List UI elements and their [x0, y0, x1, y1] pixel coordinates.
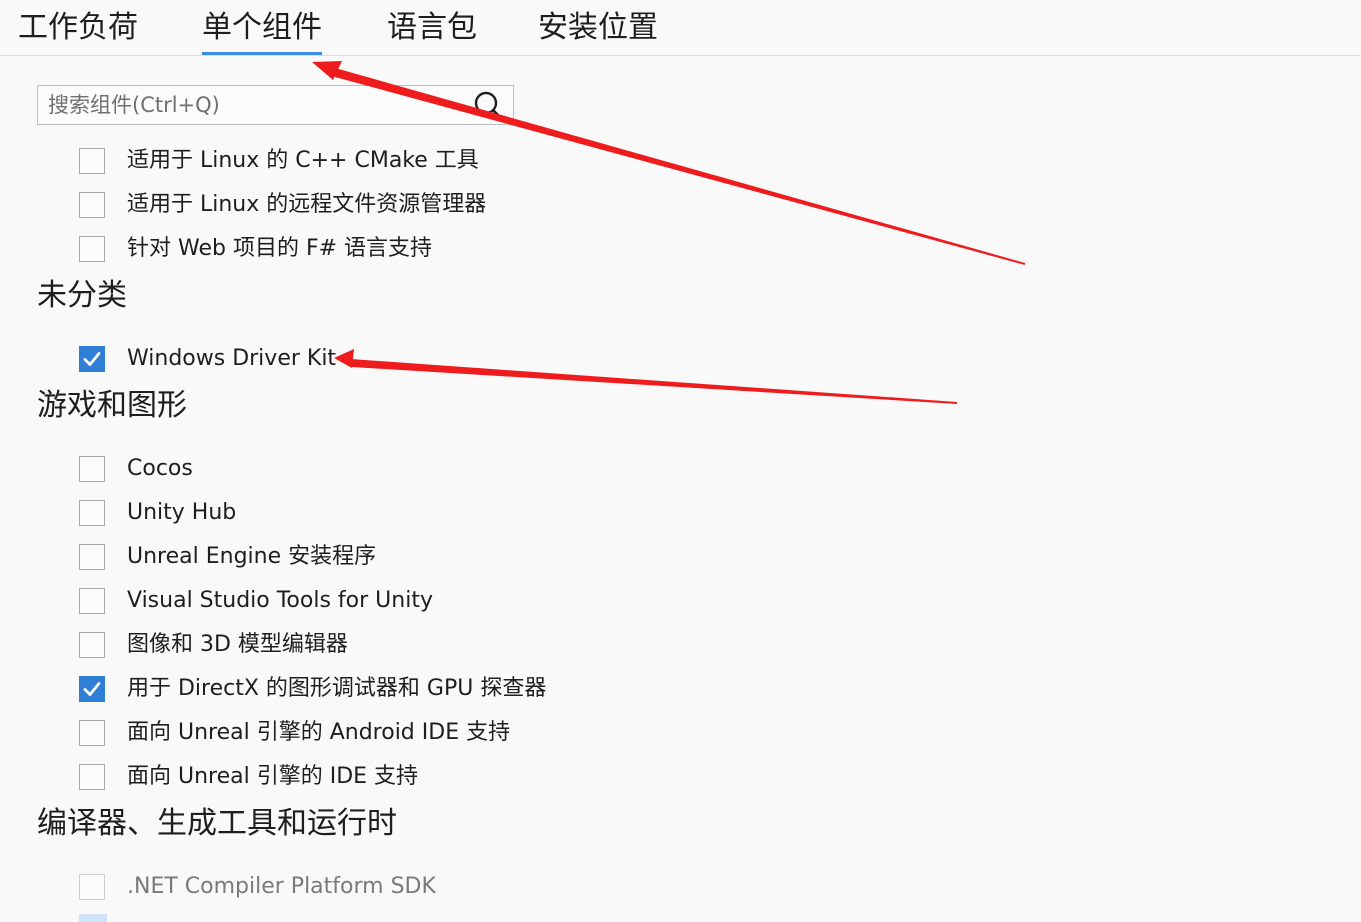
- checkbox[interactable]: [79, 456, 105, 482]
- component-label: 适用于 Linux 的远程文件资源管理器: [127, 192, 487, 217]
- checkbox[interactable]: [79, 544, 105, 570]
- list-item[interactable]: Cocos: [79, 454, 193, 484]
- component-label: 针对 Web 项目的 F# 语言支持: [127, 236, 433, 261]
- section-heading-games-graphics: 游戏和图形: [37, 388, 187, 423]
- list-item[interactable]: Unity Hub: [79, 498, 236, 528]
- checkbox[interactable]: [79, 192, 105, 218]
- check-icon: [83, 352, 101, 366]
- search-box: [37, 85, 514, 125]
- checkbox-checked[interactable]: [79, 346, 105, 372]
- list-item[interactable]: 适用于 Linux 的远程文件资源管理器: [79, 190, 486, 220]
- component-label: Unreal Engine 安装程序: [127, 544, 377, 569]
- annotation-arrow-to-windows-driver-kit: [334, 349, 957, 404]
- component-label: Unity Hub: [127, 500, 237, 525]
- component-label: 适用于 Linux 的 C++ CMake 工具: [127, 148, 479, 173]
- component-label: Visual Studio Tools for Unity: [127, 588, 433, 613]
- list-item[interactable]: 针对 Web 项目的 F# 语言支持: [79, 234, 432, 264]
- tab-install-location[interactable]: 安装位置: [538, 10, 658, 46]
- search-input[interactable]: [38, 86, 468, 124]
- list-item[interactable]: 面向 Unreal 引擎的 Android IDE 支持: [79, 718, 510, 748]
- list-item[interactable]: 适用于 Linux 的 C++ CMake 工具: [79, 146, 479, 176]
- list-item-directx-graphics-debugger[interactable]: 用于 DirectX 的图形调试器和 GPU 探查器: [79, 674, 546, 704]
- section-heading-compilers: 编译器、生成工具和运行时: [37, 806, 397, 841]
- checkbox[interactable]: [79, 500, 105, 526]
- checkbox-checked[interactable]: [79, 676, 105, 702]
- checkbox[interactable]: [79, 720, 105, 746]
- search-icon[interactable]: [473, 90, 503, 120]
- list-item[interactable]: .NET Compiler Platform SDK: [79, 872, 436, 902]
- component-label: 图像和 3D 模型编辑器: [127, 632, 348, 657]
- list-item[interactable]: 图像和 3D 模型编辑器: [79, 630, 348, 660]
- list-item-windows-driver-kit[interactable]: Windows Driver Kit: [79, 344, 336, 374]
- list-item[interactable]: Unreal Engine 安装程序: [79, 542, 376, 572]
- tab-bar: 工作负荷 单个组件 语言包 安装位置: [0, 0, 1361, 56]
- component-label: Cocos: [127, 456, 193, 481]
- check-icon: [83, 682, 101, 696]
- checkbox[interactable]: [79, 764, 105, 790]
- checkbox[interactable]: [79, 236, 105, 262]
- component-label: 用于 DirectX 的图形调试器和 GPU 探查器: [127, 676, 547, 701]
- list-item[interactable]: 面向 Unreal 引擎的 IDE 支持: [79, 762, 418, 792]
- checkbox[interactable]: [79, 632, 105, 658]
- component-label: 面向 Unreal 引擎的 IDE 支持: [127, 764, 419, 789]
- component-label: .NET Compiler Platform SDK: [127, 874, 436, 899]
- checkbox[interactable]: [79, 148, 105, 174]
- component-label: 面向 Unreal 引擎的 Android IDE 支持: [127, 720, 511, 745]
- checkbox[interactable]: [79, 874, 105, 900]
- partially-visible-checkbox[interactable]: [79, 914, 107, 922]
- tab-individual-components[interactable]: 单个组件: [202, 10, 322, 55]
- section-heading-uncategorized: 未分类: [37, 278, 127, 313]
- list-item[interactable]: Visual Studio Tools for Unity: [79, 586, 433, 616]
- checkbox[interactable]: [79, 588, 105, 614]
- tab-workloads[interactable]: 工作负荷: [18, 10, 138, 46]
- component-label: Windows Driver Kit: [127, 346, 337, 371]
- tab-language-packs[interactable]: 语言包: [387, 10, 477, 46]
